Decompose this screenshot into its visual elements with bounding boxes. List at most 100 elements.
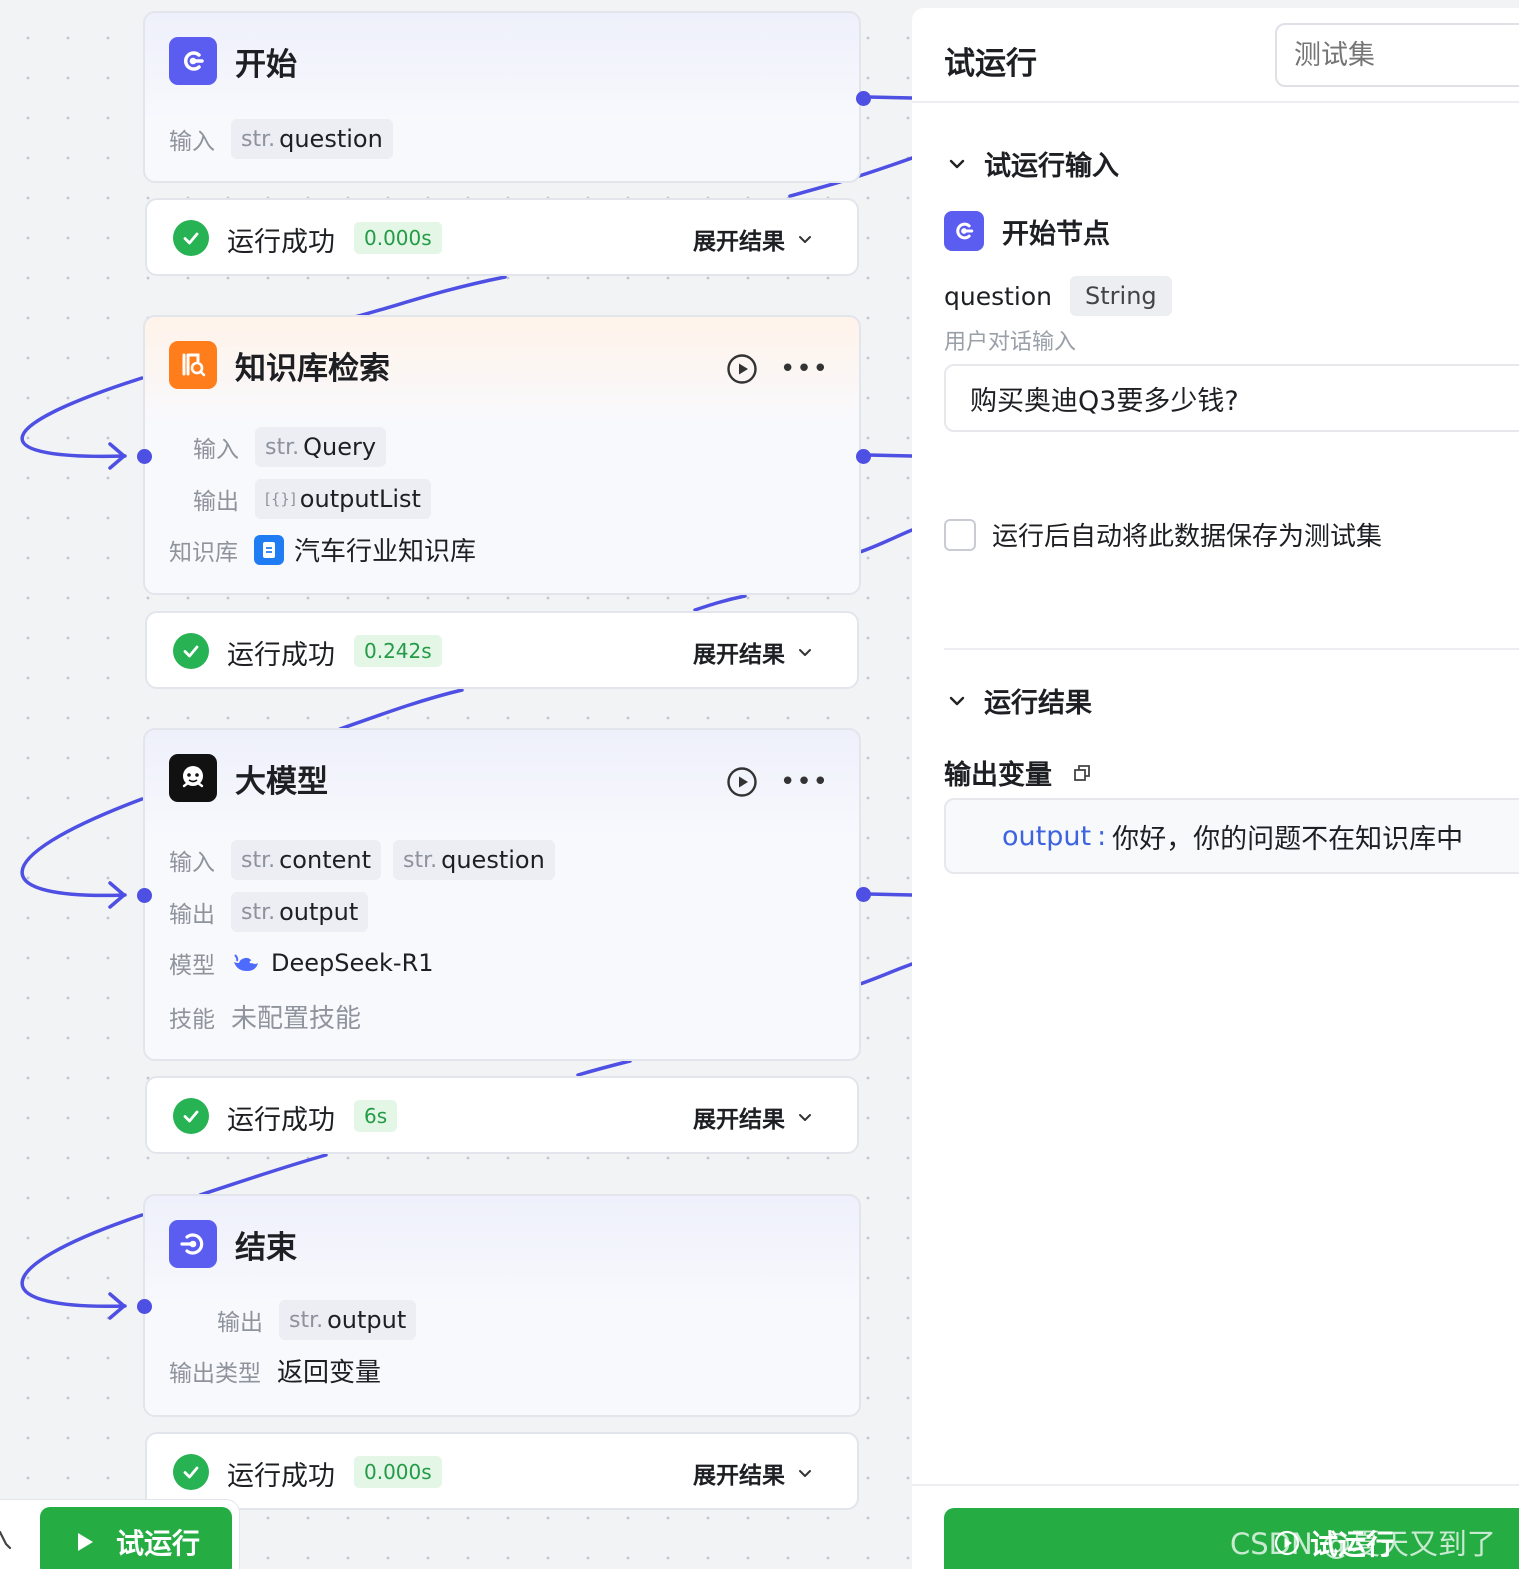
output-vars-header: 输出变量 bbox=[944, 753, 1092, 792]
var-name: outputList bbox=[299, 485, 421, 513]
output-vars-label: 输出变量 bbox=[944, 760, 1052, 791]
success-check-icon bbox=[173, 633, 209, 669]
var-type: str. bbox=[289, 1307, 324, 1333]
var-type: str. bbox=[403, 847, 438, 873]
expand-result-button[interactable]: 展开结果 bbox=[693, 1456, 813, 1490]
wire-kb-in-loop bbox=[20, 376, 144, 459]
llm-node[interactable]: 大模型 ••• 输入 str. content str. question 输出 s… bbox=[143, 728, 861, 1061]
output-label: 输出 bbox=[169, 902, 215, 928]
output-label: 输出 bbox=[193, 489, 239, 515]
status-time: 0.000s bbox=[354, 1456, 442, 1488]
header-divider bbox=[912, 101, 1519, 103]
input-var-tag: str. Query bbox=[255, 427, 387, 467]
save-as-testset-option[interactable]: 运行后自动将此数据保存为测试集 bbox=[944, 516, 1382, 553]
chevron-down-icon bbox=[799, 1470, 811, 1477]
start-node-output-port[interactable] bbox=[856, 91, 871, 106]
output-var-tag: str. output bbox=[279, 1300, 417, 1340]
wire-start-out bbox=[866, 95, 912, 100]
expand-result-button[interactable]: 展开结果 bbox=[693, 1100, 813, 1134]
test-run-panel: 试运行 试运行输入 开始节点 question String 用户对话输入 运行… bbox=[912, 8, 1519, 1569]
result-section-title: 运行结果 bbox=[984, 688, 1092, 719]
start-node-icon bbox=[169, 37, 217, 85]
wire-llm-out bbox=[866, 892, 912, 897]
play-circle-icon[interactable] bbox=[726, 766, 758, 798]
var-name: question bbox=[441, 846, 545, 874]
start-node-icon bbox=[944, 211, 984, 251]
expand-result-button[interactable]: 展开结果 bbox=[693, 222, 813, 256]
save-testset-checkbox[interactable] bbox=[944, 518, 976, 551]
kb-name: 汽车行业知识库 bbox=[294, 537, 477, 567]
output-kind-value: 返回变量 bbox=[277, 1358, 382, 1388]
pan-hand-icon[interactable] bbox=[0, 1528, 14, 1552]
output-var-tag: str. output bbox=[231, 892, 369, 932]
testset-select[interactable] bbox=[1275, 23, 1519, 87]
panel-run-button[interactable]: 试运行 bbox=[944, 1508, 1519, 1569]
chevron-down-icon bbox=[799, 649, 811, 656]
end-node-input-port[interactable] bbox=[137, 1299, 152, 1314]
output-value-box: output : 你好，你的问题不在知识库中 bbox=[944, 798, 1519, 874]
panel-run-label: 试运行 bbox=[1310, 1528, 1395, 1561]
kb-retrieval-node[interactable]: 知识库检索 ••• 输入 str. Query 输出 [{}] outputList… bbox=[143, 315, 861, 595]
expand-result-button[interactable]: 展开结果 bbox=[693, 635, 813, 669]
wire-llm-in-loop bbox=[20, 797, 144, 898]
start-run-status: 运行成功 0.000s 展开结果 bbox=[145, 198, 859, 276]
llm-model-icon bbox=[169, 754, 217, 802]
param-header: question String bbox=[944, 276, 1172, 316]
output-var-tag: [{}] outputList bbox=[255, 479, 431, 519]
kb-run-status: 运行成功 0.242s 展开结果 bbox=[145, 611, 859, 689]
result-section-toggle[interactable]: 运行结果 bbox=[948, 681, 1092, 720]
var-name: content bbox=[279, 846, 371, 874]
whale-icon bbox=[234, 954, 258, 971]
save-testset-label: 运行后自动将此数据保存为测试集 bbox=[992, 522, 1383, 552]
var-type: str. bbox=[241, 899, 276, 925]
status-time: 0.000s bbox=[354, 222, 442, 254]
var-name: output bbox=[279, 898, 359, 926]
canvas-run-label: 试运行 bbox=[116, 1527, 201, 1560]
end-run-status: 运行成功 0.000s 展开结果 bbox=[145, 1432, 859, 1510]
kb-node-input-port[interactable] bbox=[137, 449, 152, 464]
play-icon bbox=[78, 1533, 93, 1551]
var-type: [{}] bbox=[265, 490, 296, 508]
input-label: 输入 bbox=[169, 129, 215, 155]
end-node-icon bbox=[169, 1220, 217, 1268]
input-var-tag: str. question bbox=[231, 119, 393, 159]
wire-llm-to-end bbox=[858, 962, 912, 986]
kb-node-output-port[interactable] bbox=[856, 449, 871, 464]
status-text: 运行成功 bbox=[227, 1461, 335, 1492]
play-icon bbox=[1274, 1530, 1300, 1556]
wire-llm-to-end-mid bbox=[576, 1059, 632, 1077]
skill-label: 技能 bbox=[169, 1006, 215, 1033]
llm-node-input-port[interactable] bbox=[137, 888, 152, 903]
input-section-toggle[interactable]: 试运行输入 bbox=[948, 144, 1119, 183]
status-text: 运行成功 bbox=[227, 1105, 335, 1136]
expand-result-label: 展开结果 bbox=[693, 1107, 785, 1133]
expand-result-label: 展开结果 bbox=[693, 1463, 785, 1489]
skill-value: 未配置技能 bbox=[231, 1004, 362, 1034]
chevron-down-icon bbox=[949, 696, 965, 705]
canvas-run-button[interactable]: 试运行 bbox=[40, 1507, 232, 1569]
param-description: 用户对话输入 bbox=[944, 330, 1077, 355]
more-options-icon[interactable]: ••• bbox=[780, 769, 829, 795]
input-var-tag: str. question bbox=[393, 840, 555, 880]
llm-node-title: 大模型 bbox=[235, 763, 328, 800]
chevron-down-icon bbox=[799, 236, 811, 243]
more-options-icon[interactable]: ••• bbox=[780, 356, 829, 382]
kb-search-icon bbox=[169, 341, 217, 389]
status-time: 0.242s bbox=[354, 635, 442, 667]
end-node[interactable]: 结束 输出 str. output 输出类型 返回变量 bbox=[143, 1194, 861, 1417]
wire-llm-to-end-lower bbox=[198, 1153, 328, 1197]
question-input[interactable] bbox=[944, 364, 1519, 432]
expand-result-label: 展开结果 bbox=[693, 229, 785, 255]
param-type-badge: String bbox=[1070, 276, 1172, 316]
var-name: output bbox=[327, 1306, 407, 1334]
copy-icon[interactable] bbox=[1072, 763, 1092, 783]
start-node[interactable]: 开始 输入 str. question bbox=[143, 11, 861, 183]
wire-kb-out bbox=[866, 453, 912, 458]
chevron-down-icon bbox=[799, 1114, 811, 1121]
model-name: DeepSeek-R1 bbox=[271, 949, 434, 977]
section-divider bbox=[944, 648, 1519, 650]
play-circle-icon[interactable] bbox=[726, 353, 758, 385]
footer-divider bbox=[912, 1484, 1519, 1486]
status-time: 6s bbox=[354, 1100, 398, 1132]
llm-node-output-port[interactable] bbox=[856, 887, 871, 902]
